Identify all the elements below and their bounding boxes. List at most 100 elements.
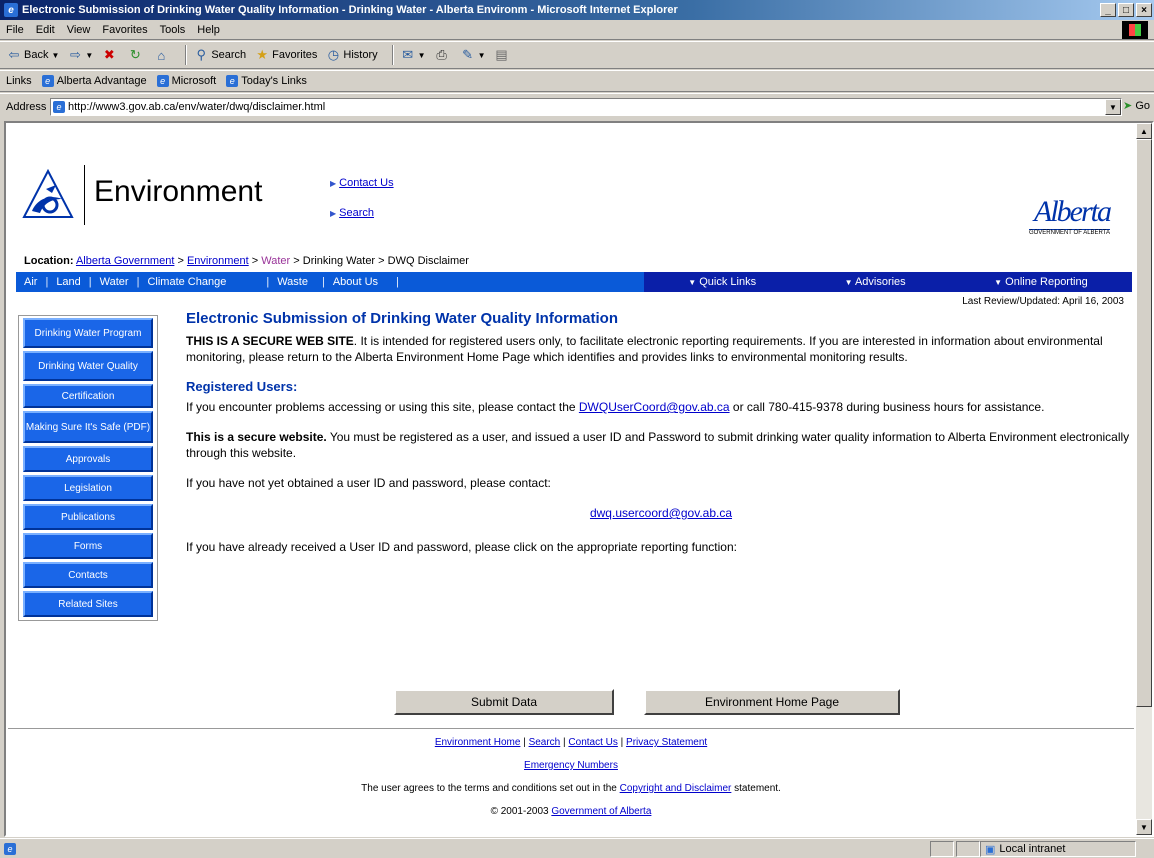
scroll-up-icon[interactable]: ▲: [1136, 123, 1152, 139]
breadcrumb-rest: > Drinking Water > DWQ Disclaimer: [293, 255, 469, 267]
chevron-down-icon[interactable]: ▼: [1105, 99, 1121, 115]
footer-contact-link[interactable]: Contact Us: [568, 737, 617, 748]
ie-status-icon: e: [4, 842, 16, 855]
close-button[interactable]: ×: [1136, 3, 1152, 17]
back-arrow-icon: ⇦: [8, 47, 20, 62]
sidebar-item-making-sure-its-safe[interactable]: Making Sure It's Safe (PDF): [23, 411, 153, 443]
go-button[interactable]: ➤ Go: [1123, 99, 1150, 112]
sidebar-item-contacts[interactable]: Contacts: [23, 562, 153, 588]
sidebar-item-publications[interactable]: Publications: [23, 504, 153, 530]
footer-emergency-row: Emergency Numbers: [8, 760, 1134, 771]
search-button[interactable]: ⚲ Search: [193, 47, 247, 63]
sidebar-item-drinking-water-quality[interactable]: Drinking Water Quality: [23, 351, 153, 381]
menu-help[interactable]: Help: [197, 24, 220, 36]
sidebar-item-certification[interactable]: Certification: [23, 384, 153, 408]
nav-water[interactable]: Water: [92, 276, 137, 288]
logo-divider: [84, 165, 85, 225]
menu-view[interactable]: View: [67, 24, 91, 36]
footer-privacy-link[interactable]: Privacy Statement: [626, 737, 707, 748]
breadcrumb-alberta-government[interactable]: Alberta Government: [76, 255, 174, 267]
print-button[interactable]: ⎙: [434, 47, 452, 63]
link-todays-links[interactable]: e Today's Links: [226, 75, 307, 87]
favorites-icon: ★: [256, 47, 268, 62]
vertical-scrollbar[interactable]: ▲ ▼: [1136, 123, 1152, 835]
menu-favorites[interactable]: Favorites: [102, 24, 147, 36]
alberta-subtitle: GOVERNMENT OF ALBERTA: [1028, 229, 1110, 236]
contact-us-link[interactable]: Contact Us: [339, 177, 393, 189]
already-received-paragraph: If you have already received a User ID a…: [186, 540, 737, 554]
footer: Environment Home | Search | Contact Us |…: [8, 737, 1134, 829]
nav-land[interactable]: Land: [48, 276, 88, 288]
nav-online-reporting[interactable]: ▼ Online Reporting: [986, 276, 1096, 288]
back-button[interactable]: ⇦ Back ▼: [6, 47, 60, 63]
mail-icon: ✉: [402, 47, 414, 62]
mail-button[interactable]: ✉ ▼: [400, 47, 426, 63]
nav-online-reporting-label: Online Reporting: [1005, 276, 1088, 288]
nav-separator: |: [396, 276, 399, 288]
breadcrumb-water[interactable]: Water: [261, 255, 290, 267]
breadcrumb-separator: >: [177, 255, 184, 267]
edit-button[interactable]: ✎ ▼: [460, 47, 486, 63]
dwq-coordinator-email-link[interactable]: DWQUserCoord@gov.ab.ca: [579, 400, 730, 414]
nav-quick-links[interactable]: ▼ Quick Links: [680, 276, 764, 288]
stop-icon: ✖: [103, 47, 115, 62]
footer-environment-home-link[interactable]: Environment Home: [435, 737, 521, 748]
footer-separator: |: [520, 737, 529, 748]
history-button[interactable]: ◷ History: [325, 47, 378, 63]
menu-file[interactable]: File: [6, 24, 24, 36]
environment-logo[interactable]: Environment: [22, 165, 312, 225]
search-link[interactable]: Search: [339, 207, 374, 219]
chevron-down-icon: ▼: [477, 50, 486, 60]
footer-emergency-link[interactable]: Emergency Numbers: [524, 760, 618, 771]
nav-advisories[interactable]: ▼ Advisories: [837, 276, 914, 288]
submit-data-button[interactable]: Submit Data: [394, 689, 614, 715]
menu-tools[interactable]: Tools: [160, 24, 186, 36]
forward-button[interactable]: ⇨ ▼: [67, 47, 93, 63]
home-button[interactable]: ⌂: [153, 47, 171, 63]
footer-copyright-disclaimer-link[interactable]: Copyright and Disclaimer: [620, 783, 732, 794]
breadcrumb-environment[interactable]: Environment: [187, 255, 249, 267]
go-arrow-icon: ➤: [1123, 100, 1133, 112]
maximize-button[interactable]: □: [1118, 3, 1134, 17]
link-microsoft[interactable]: e Microsoft: [156, 75, 216, 87]
footer-government-link[interactable]: Government of Alberta: [551, 806, 651, 817]
environment-home-page-button[interactable]: Environment Home Page: [644, 689, 900, 715]
sidebar-item-approvals[interactable]: Approvals: [23, 446, 153, 472]
sidebar-item-drinking-water-program[interactable]: Drinking Water Program: [23, 318, 153, 348]
breadcrumb-separator: >: [251, 255, 259, 267]
discuss-button[interactable]: ▤: [494, 47, 512, 63]
action-buttons: Submit Data Environment Home Page: [394, 689, 930, 715]
browser-viewport: Environment ▶ Contact Us ▶ Search Alberta …: [4, 121, 1154, 837]
nav-air[interactable]: Air: [16, 276, 45, 288]
chevron-down-icon: ▼: [417, 50, 426, 60]
favorites-button[interactable]: ★ Favorites: [254, 47, 317, 63]
side-navigation: Drinking Water Program Drinking Water Qu…: [18, 315, 158, 621]
address-input[interactable]: e http://www3.gov.ab.ca/env/water/dwq/di…: [50, 98, 1122, 116]
nav-climate-change[interactable]: Climate Change: [139, 276, 266, 288]
refresh-icon: ↻: [129, 47, 141, 62]
nav-about-us[interactable]: About Us: [325, 276, 396, 288]
sidebar-item-related-sites[interactable]: Related Sites: [23, 591, 153, 617]
windows-logo-icon: [1122, 21, 1148, 39]
scroll-thumb[interactable]: [1136, 139, 1152, 707]
toolbar-separator: [391, 45, 394, 65]
menu-edit[interactable]: Edit: [36, 24, 55, 36]
stop-button[interactable]: ✖: [101, 47, 119, 63]
chevron-down-icon: ▼: [85, 50, 94, 60]
link-alberta-advantage[interactable]: e Alberta Advantage: [41, 75, 147, 87]
intranet-icon: ▣: [985, 843, 996, 856]
nav-waste[interactable]: Waste: [269, 276, 322, 288]
sidebar-item-forms[interactable]: Forms: [23, 533, 153, 559]
refresh-button[interactable]: ↻: [127, 47, 145, 63]
secure-notice: THIS IS A SECURE WEB SITE. It is intende…: [186, 333, 1136, 365]
ie-page-icon: e: [41, 75, 54, 87]
contact-email-link[interactable]: dwq.usercoord@gov.ab.ca: [590, 506, 732, 520]
triangle-right-icon: ▶: [330, 209, 337, 218]
problems-text-1: If you encounter problems accessing or u…: [186, 400, 579, 414]
minimize-button[interactable]: _: [1100, 3, 1116, 17]
alberta-logo[interactable]: Alberta GOVERNMENT OF ALBERTA: [1028, 195, 1112, 236]
sidebar-item-legislation[interactable]: Legislation: [23, 475, 153, 501]
header-links: ▶ Contact Us ▶ Search: [330, 177, 394, 237]
scroll-down-icon[interactable]: ▼: [1136, 819, 1152, 835]
footer-search-link[interactable]: Search: [529, 737, 561, 748]
